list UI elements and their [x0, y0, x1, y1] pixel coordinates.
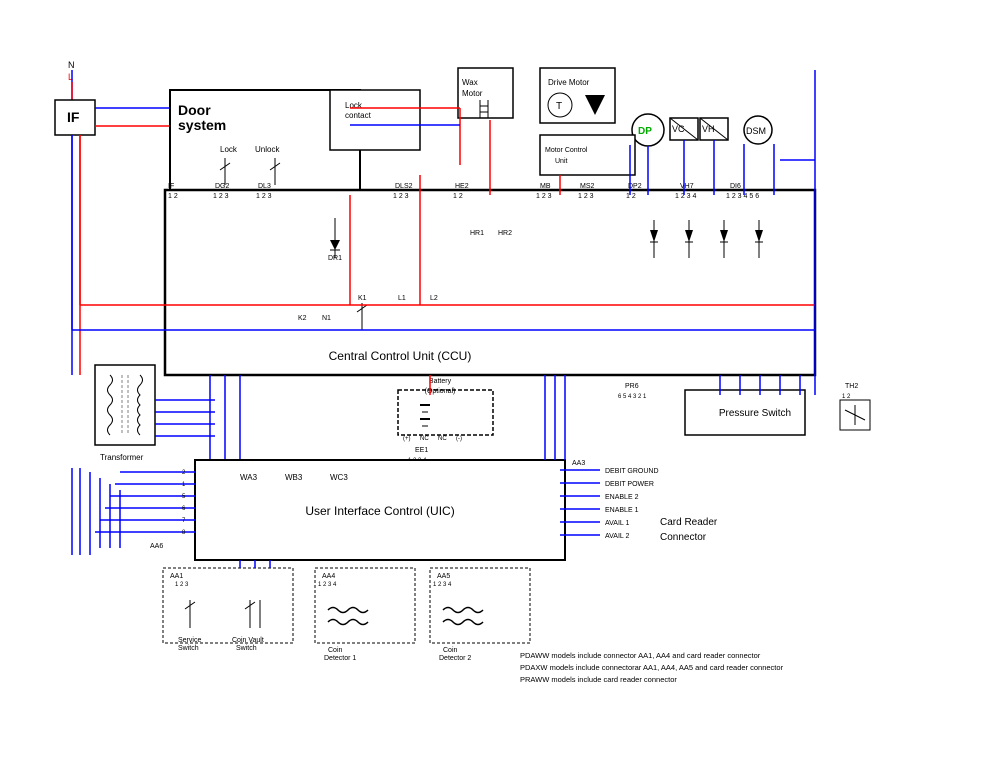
- wax-motor-label: Wax: [462, 78, 478, 87]
- service-switch-label: Service: [178, 637, 201, 644]
- aa6-label: AA6: [150, 543, 163, 550]
- svg-text:1 2 3: 1 2 3: [536, 193, 552, 200]
- wa3-label: WA3: [240, 473, 258, 482]
- svg-text:NC: NC: [438, 436, 447, 442]
- if-box-label: IF: [67, 109, 80, 125]
- svg-text:Switch: Switch: [178, 645, 199, 652]
- note3: PRAWW models include card reader connect…: [520, 675, 677, 684]
- svg-text:1 2: 1 2: [168, 193, 178, 200]
- unlock-label: Unlock: [255, 145, 280, 154]
- l1-label: L1: [398, 295, 406, 302]
- l2-label: L2: [430, 295, 438, 302]
- svg-text:1 2: 1 2: [453, 193, 463, 200]
- pressure-switch-label: Pressure Switch: [719, 408, 791, 419]
- ccu-label: Central Control Unit (CCU): [329, 349, 472, 363]
- svg-text:(+): (+): [403, 436, 411, 442]
- th2-label: TH2: [845, 383, 858, 390]
- avail1-label: AVAIL 1: [605, 520, 629, 527]
- svg-text:6 5 4 3 2 1: 6 5 4 3 2 1: [618, 394, 647, 400]
- svg-text:1 2 3: 1 2 3: [256, 193, 272, 200]
- diagram-container: N L IF Door system Lock contact Lock Unl…: [0, 0, 990, 765]
- svg-text:1 2 3: 1 2 3: [578, 193, 594, 200]
- hr2-label: HR2: [498, 230, 512, 237]
- enable1-label: ENABLE 1: [605, 507, 639, 514]
- svg-text:(Optional): (Optional): [425, 388, 456, 395]
- svg-text:1 2 3 4: 1 2 3 4: [433, 582, 452, 588]
- avail2-label: AVAIL 2: [605, 533, 629, 540]
- dg2-label: DG2: [215, 183, 230, 190]
- dl3-label: DL3: [258, 183, 271, 190]
- wc3-label: WC3: [330, 473, 348, 482]
- debit-power-label: DEBIT POWER: [605, 481, 654, 488]
- transformer-label: Transformer: [100, 453, 144, 462]
- svg-text:NC: NC: [420, 436, 429, 442]
- battery-label: Battery: [429, 378, 452, 385]
- coin-detector2-label: Coin: [443, 647, 458, 654]
- dls2-label: DLS2: [395, 183, 413, 190]
- aa4-label: AA4: [322, 573, 335, 580]
- svg-text:Detector 2: Detector 2: [439, 655, 471, 662]
- he2-label: HE2: [455, 183, 469, 190]
- svg-text:Detector 1: Detector 1: [324, 655, 356, 662]
- svg-text:1 2 3: 1 2 3: [213, 193, 229, 200]
- dsm-label: DSM: [746, 126, 766, 136]
- aa5-label: AA5: [437, 573, 450, 580]
- svg-text:system: system: [178, 117, 226, 133]
- svg-text:1 2 3 4: 1 2 3 4: [675, 193, 697, 200]
- lock-label: Lock: [220, 145, 238, 154]
- card-reader-connector-label: Card Reader: [660, 517, 718, 528]
- debit-ground-label: DEBIT GROUND: [605, 468, 659, 475]
- ee1-label: EE1: [415, 447, 428, 454]
- hr1-label: HR1: [470, 230, 484, 237]
- svg-text:Switch: Switch: [236, 645, 257, 652]
- svg-text:1 2 3 4: 1 2 3 4: [318, 582, 337, 588]
- ms2-label: MS2: [580, 183, 595, 190]
- vc-label: VC: [672, 124, 685, 134]
- wb3-label: WB3: [285, 473, 303, 482]
- coin-vault-switch-label: Coin Vault: [232, 637, 264, 644]
- svg-text:(-): (-): [456, 436, 462, 442]
- if-connector: IF: [168, 183, 174, 190]
- door-system-label: Door: [178, 102, 211, 118]
- vh-label: VH: [702, 124, 715, 134]
- svg-text:1 2 3 4 5 6: 1 2 3 4 5 6: [726, 193, 759, 200]
- svg-text:1 2 3: 1 2 3: [393, 193, 409, 200]
- aa1-label: AA1: [170, 573, 183, 580]
- svg-text:Connector: Connector: [660, 532, 707, 543]
- n1-label: N1: [322, 315, 331, 322]
- n-label: N: [68, 60, 75, 70]
- aa3-label: AA3: [572, 460, 585, 467]
- mb-label: MB: [540, 183, 551, 190]
- dp-label: DP: [638, 126, 652, 137]
- pr6-label: PR6: [625, 383, 639, 390]
- motor-control-label: Motor Control: [545, 147, 588, 154]
- svg-text:T: T: [556, 101, 562, 112]
- svg-text:Unit: Unit: [555, 158, 568, 165]
- vh7-label: VH7: [680, 183, 694, 190]
- di6-label: DI6: [730, 183, 741, 190]
- k2-label: K2: [298, 315, 307, 322]
- note2: PDAXW models include connectorar AA1, AA…: [520, 663, 784, 672]
- svg-text:1 2: 1 2: [626, 193, 636, 200]
- svg-text:1 2 3: 1 2 3: [175, 582, 189, 588]
- svg-text:Motor: Motor: [462, 89, 483, 98]
- svg-text:contact: contact: [345, 111, 372, 120]
- coin-detector1-label: Coin: [328, 647, 343, 654]
- enable2-label: ENABLE 2: [605, 494, 639, 501]
- drive-motor-label: Drive Motor: [548, 78, 590, 87]
- note1: PDAWW models include connector AA1, AA4 …: [520, 651, 761, 660]
- k1-label: K1: [358, 295, 367, 302]
- uic-label: User Interface Control (UIC): [305, 504, 454, 518]
- svg-text:1 2: 1 2: [842, 394, 851, 400]
